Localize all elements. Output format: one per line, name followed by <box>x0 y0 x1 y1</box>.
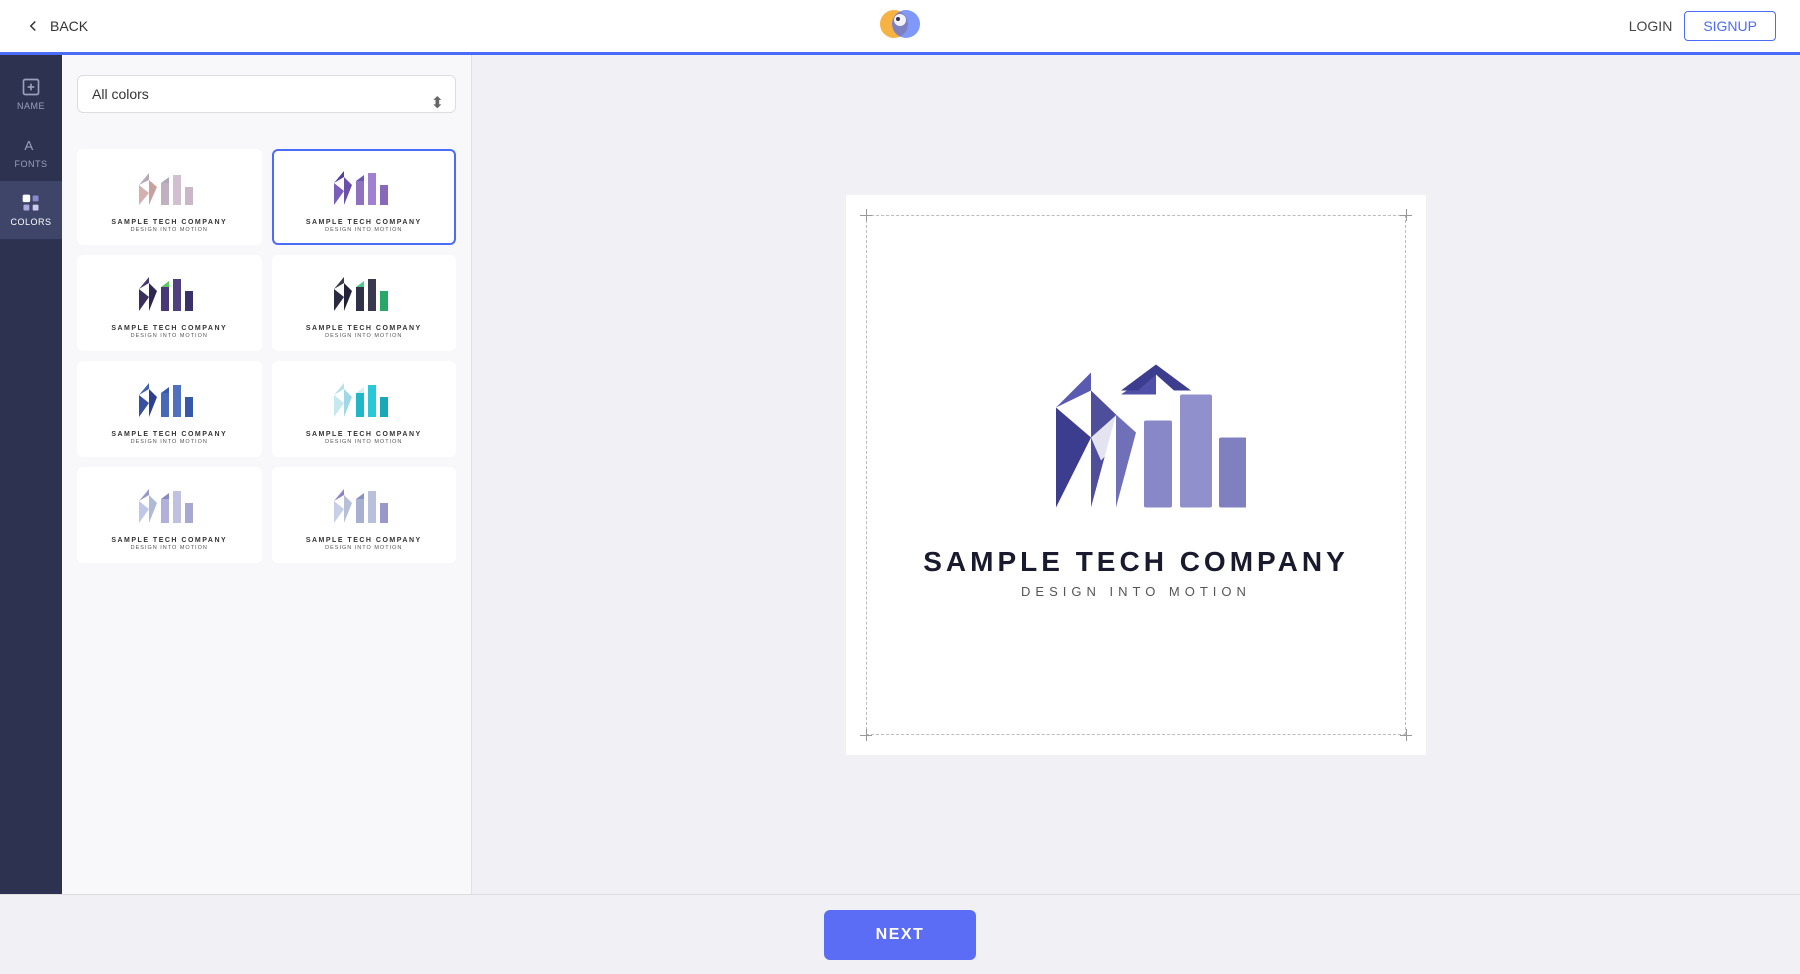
logo-card-1[interactable]: SAMPLE TECH COMPANY DESIGN INTO MOTION <box>77 149 262 245</box>
logo-card-4-name: SAMPLE TECH COMPANY <box>306 325 422 332</box>
logo-grid: SAMPLE TECH COMPANY DESIGN INTO MOTION S… <box>77 149 456 563</box>
color-filter-wrapper: All colors Blue Purple Green Teal Red ⬍ <box>77 75 456 131</box>
sidebar-item-fonts[interactable]: A FONTS <box>0 123 62 181</box>
sidebar-item-colors[interactable]: COLORS <box>0 181 62 239</box>
mini-logo-8 <box>324 483 404 531</box>
name-icon <box>21 77 41 97</box>
sidebar-name-label: NAME <box>17 101 45 111</box>
back-label: BACK <box>50 18 88 34</box>
logo-card-6[interactable]: SAMPLE TECH COMPANY DESIGN INTO MOTION <box>272 361 457 457</box>
logo-card-5-tagline: DESIGN INTO MOTION <box>131 439 208 445</box>
mini-logo-3 <box>129 271 209 319</box>
back-button[interactable]: BACK <box>24 17 88 35</box>
next-button[interactable]: NEXT <box>824 910 977 960</box>
logo-card-7-name: SAMPLE TECH COMPANY <box>111 537 227 544</box>
main-layout: NAME A FONTS COLORS All colors Blue Purp… <box>0 55 1800 894</box>
login-button[interactable]: LOGIN <box>1629 18 1673 34</box>
logo-card-2-name: SAMPLE TECH COMPANY <box>306 219 422 226</box>
preview-area: SAMPLE TECH COMPANY DESIGN INTO MOTION <box>472 55 1800 894</box>
topbar: BACK LOGIN SIGNUP <box>0 0 1800 55</box>
logo-card-4[interactable]: SAMPLE TECH COMPANY DESIGN INTO MOTION <box>272 255 457 351</box>
logo-card-3-tagline: DESIGN INTO MOTION <box>131 333 208 339</box>
brand-logo <box>876 6 924 47</box>
logo-card-3-name: SAMPLE TECH COMPANY <box>111 325 227 332</box>
signup-button[interactable]: SIGNUP <box>1684 11 1776 41</box>
auth-buttons: LOGIN SIGNUP <box>1629 11 1776 41</box>
colors-icon <box>21 193 41 213</box>
logo-card-7[interactable]: SAMPLE TECH COMPANY DESIGN INTO MOTION <box>77 467 262 563</box>
logo-card-2[interactable]: SAMPLE TECH COMPANY DESIGN INTO MOTION <box>272 149 457 245</box>
mini-logo-4 <box>324 271 404 319</box>
mini-logo-1 <box>129 165 209 213</box>
sidebar-fonts-label: FONTS <box>15 159 48 169</box>
color-filter-select[interactable]: All colors Blue Purple Green Teal Red <box>77 75 456 113</box>
preview-tagline: DESIGN INTO MOTION <box>1021 584 1251 599</box>
sidebar-item-name[interactable]: NAME <box>0 65 62 123</box>
mini-logo-7 <box>129 483 209 531</box>
mini-logo-2 <box>324 165 404 213</box>
mini-logo-6 <box>324 377 404 425</box>
preview-logo-svg <box>1026 350 1246 530</box>
logo-card-5-name: SAMPLE TECH COMPANY <box>111 431 227 438</box>
logo-card-1-name: SAMPLE TECH COMPANY <box>111 219 227 226</box>
corner-br <box>1400 729 1412 741</box>
logo-card-2-tagline: DESIGN INTO MOTION <box>325 227 402 233</box>
sidebar-colors-label: COLORS <box>10 217 51 227</box>
logo-card-8-name: SAMPLE TECH COMPANY <box>306 537 422 544</box>
color-panel: All colors Blue Purple Green Teal Red ⬍ <box>62 55 472 894</box>
corner-tl <box>860 209 872 221</box>
logo-card-7-tagline: DESIGN INTO MOTION <box>131 545 208 551</box>
logo-icon <box>876 6 924 42</box>
logo-card-3[interactable]: SAMPLE TECH COMPANY DESIGN INTO MOTION <box>77 255 262 351</box>
logo-card-5[interactable]: SAMPLE TECH COMPANY DESIGN INTO MOTION <box>77 361 262 457</box>
corner-tr <box>1400 209 1412 221</box>
logo-card-8-tagline: DESIGN INTO MOTION <box>325 545 402 551</box>
fonts-icon: A <box>21 135 41 155</box>
logo-card-4-tagline: DESIGN INTO MOTION <box>325 333 402 339</box>
logo-card-6-name: SAMPLE TECH COMPANY <box>306 431 422 438</box>
logo-card-8[interactable]: SAMPLE TECH COMPANY DESIGN INTO MOTION <box>272 467 457 563</box>
corner-bl <box>860 729 872 741</box>
logo-card-1-tagline: DESIGN INTO MOTION <box>131 227 208 233</box>
back-arrow-icon <box>24 17 42 35</box>
bottom-bar: NEXT <box>0 894 1800 974</box>
preview-canvas: SAMPLE TECH COMPANY DESIGN INTO MOTION <box>846 195 1426 755</box>
sidebar: NAME A FONTS COLORS <box>0 55 62 894</box>
mini-logo-5 <box>129 377 209 425</box>
preview-company-name: SAMPLE TECH COMPANY <box>923 546 1349 578</box>
logo-card-6-tagline: DESIGN INTO MOTION <box>325 439 402 445</box>
svg-text:A: A <box>24 138 33 153</box>
